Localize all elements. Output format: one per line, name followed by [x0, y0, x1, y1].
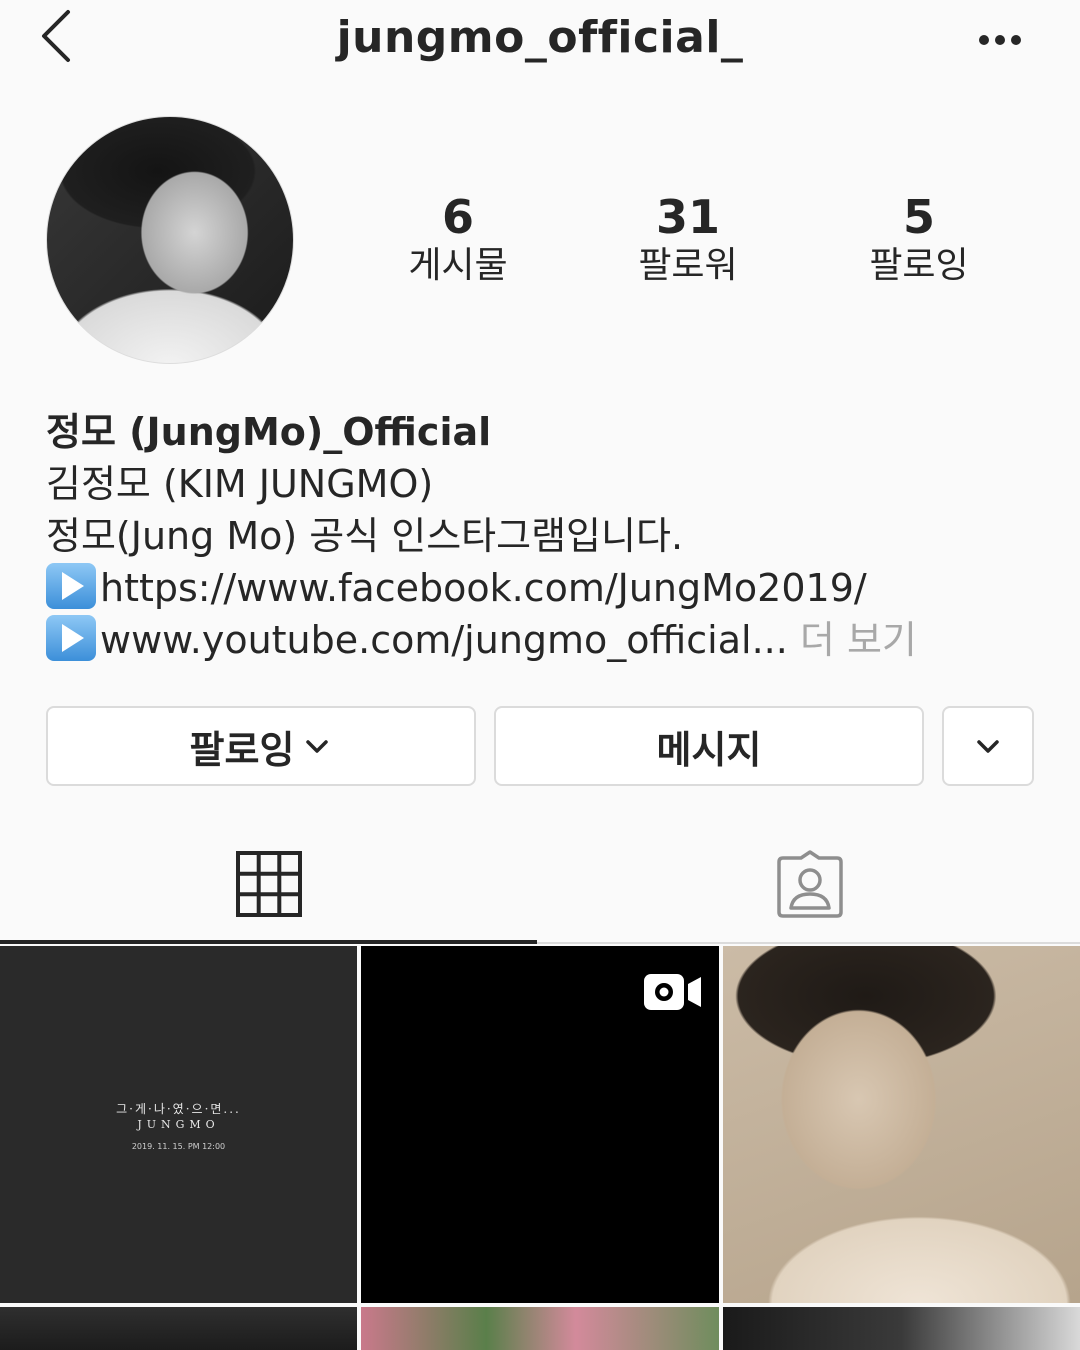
stat-followers[interactable]: 31 팔로워: [588, 190, 788, 288]
video-camera-icon: [644, 974, 701, 1010]
post-date-text: 2019. 11. 15. PM 12:00: [131, 1142, 226, 1151]
suggested-accounts-button[interactable]: [942, 706, 1034, 786]
followers-label: 팔로워: [638, 245, 738, 286]
post-thumbnail[interactable]: [361, 1307, 719, 1350]
bio-link-facebook-row: https://www.facebook.com/JungMo2019/: [46, 562, 1046, 614]
chevron-down-icon: [306, 740, 329, 753]
following-label: 팔로잉: [869, 245, 969, 286]
play-button-icon: [46, 615, 96, 661]
profile-avatar[interactable]: [46, 116, 294, 364]
ellipsis-icon: [979, 35, 1021, 45]
following-button-label: 팔로잉: [189, 727, 295, 772]
chevron-down-icon: [977, 740, 999, 753]
following-button[interactable]: 팔로잉: [46, 706, 476, 786]
grid-icon: [235, 851, 302, 917]
stat-following[interactable]: 5 팔로잉: [819, 190, 1019, 288]
profile-username: jungmo_official_: [336, 12, 744, 63]
more-link[interactable]: 더 보기: [800, 618, 917, 662]
display-name: 정모 (JungMo)_Official: [46, 410, 492, 454]
message-button[interactable]: 메시지: [494, 706, 924, 786]
tab-grid-posts[interactable]: [0, 826, 537, 942]
tagged-person-icon: [777, 850, 843, 918]
posts-label: 게시물: [408, 245, 508, 286]
youtube-link[interactable]: www.youtube.com/jungmo_official...: [100, 618, 788, 662]
posts-count: 6: [441, 190, 474, 244]
post-thumbnail[interactable]: [723, 946, 1080, 1303]
play-button-icon: [46, 563, 96, 609]
message-button-label: 메시지: [656, 727, 762, 772]
profile-bio: 정모 (JungMo)_Official 김정모 (KIM JUNGMO) 정모…: [46, 406, 1046, 666]
post-thumbnail-video[interactable]: [361, 946, 719, 1303]
bio-link-youtube-row: www.youtube.com/jungmo_official... 더 보기: [46, 614, 1046, 666]
post-artist-text: JUNGMO: [137, 1118, 220, 1131]
more-options-button[interactable]: [970, 22, 1030, 58]
tab-tagged-posts[interactable]: [540, 826, 1080, 942]
followers-count: 31: [655, 190, 720, 244]
active-tab-indicator: [0, 940, 537, 944]
bio-line-1: 김정모 (KIM JUNGMO): [46, 462, 434, 506]
post-thumbnail[interactable]: [0, 1307, 357, 1350]
post-thumbnail[interactable]: 그·게·나·였·으·면... JUNGMO 2019. 11. 15. PM 1…: [0, 946, 357, 1303]
post-title-text: 그·게·나·였·으·면...: [116, 1102, 241, 1116]
post-thumbnail[interactable]: [723, 1307, 1080, 1350]
stat-posts: 6 게시물: [358, 190, 558, 288]
facebook-link[interactable]: https://www.facebook.com/JungMo2019/: [100, 566, 867, 610]
bio-line-2: 정모(Jung Mo) 공식 인스타그램입니다.: [46, 514, 684, 558]
following-count: 5: [902, 190, 935, 244]
